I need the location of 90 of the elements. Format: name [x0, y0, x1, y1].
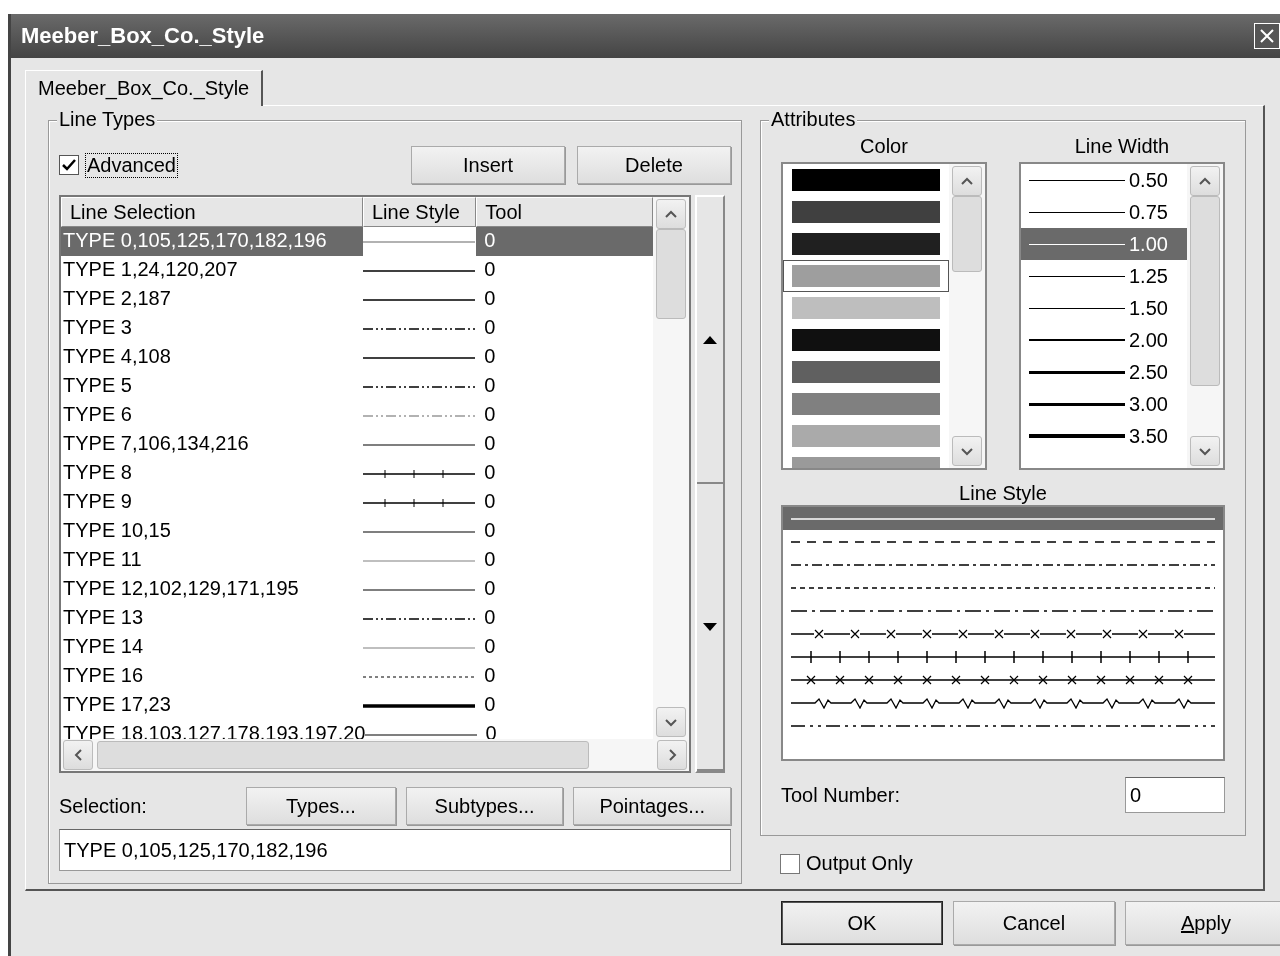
checkbox[interactable]	[780, 853, 800, 874]
table-cell[interactable]: 0	[476, 662, 654, 691]
table-cell[interactable]: 0	[476, 372, 654, 401]
chevron-down-icon	[665, 717, 678, 727]
scroll-up-button[interactable]	[656, 199, 687, 229]
table-cell[interactable]: 0	[476, 401, 654, 430]
line-width-item[interactable]: 1.00	[1021, 228, 1187, 260]
scroll-thumb[interactable]	[97, 741, 589, 769]
delete-button[interactable]: Delete	[577, 146, 731, 184]
checkbox[interactable]	[59, 155, 79, 175]
scroll-thumb[interactable]	[952, 196, 982, 272]
table-cell[interactable]: TYPE 8	[61, 459, 364, 488]
scroll-down-button[interactable]	[1190, 436, 1220, 466]
scroll-right-button[interactable]	[657, 740, 687, 770]
close-icon	[1259, 28, 1275, 44]
window-title: Meeber_Box_Co._Style	[21, 23, 265, 49]
vertical-scrollbar[interactable]	[653, 197, 689, 739]
chevron-left-icon	[73, 749, 83, 761]
table-cell[interactable]: 0	[476, 285, 654, 314]
chevron-down-icon	[961, 446, 973, 456]
table-cell[interactable]: TYPE 2,187	[61, 285, 364, 314]
close-button[interactable]	[1254, 23, 1280, 49]
scroll-up-button[interactable]	[1190, 166, 1220, 196]
field-label: Selection:	[59, 794, 148, 818]
table-cell[interactable]: TYPE 13	[61, 604, 364, 633]
selection-field[interactable]: TYPE 0,105,125,170,182,196	[59, 829, 731, 871]
table-cell[interactable]: TYPE 7,106,134,216	[61, 430, 364, 459]
chevron-up-icon	[961, 176, 973, 186]
table-cell[interactable]: TYPE 10,15	[61, 517, 364, 546]
tool-number-field[interactable]: 0	[1125, 777, 1225, 813]
field-label: Tool Number:	[781, 783, 900, 807]
dialog-button[interactable]: OK	[781, 901, 943, 945]
scroll-up-button[interactable]	[952, 166, 982, 196]
pointages-button[interactable]: Pointages...	[573, 787, 731, 825]
group-title: Line Types	[57, 108, 158, 131]
table-cell[interactable]: 0	[476, 488, 654, 517]
table-cell[interactable]: 0	[476, 691, 654, 720]
table-cell[interactable]: TYPE 4,108	[61, 343, 364, 372]
tab[interactable]: Meeber_Box_Co._Style	[25, 70, 264, 106]
table-cell[interactable]: TYPE 16	[61, 662, 364, 691]
list-label: Line Width	[1074, 135, 1170, 158]
table-cell[interactable]: TYPE 9	[61, 488, 364, 517]
table-cell[interactable]: 0	[476, 430, 654, 459]
table-cell[interactable]: 0	[476, 459, 654, 488]
chevron-down-icon	[1199, 446, 1211, 456]
types-button[interactable]: Types...	[246, 787, 396, 825]
scroll-thumb[interactable]	[656, 229, 687, 319]
column-header[interactable]: Line Selection	[61, 197, 363, 227]
table-cell[interactable]: TYPE 14	[61, 633, 364, 662]
horizontal-scrollbar[interactable]	[61, 739, 689, 771]
table-cell[interactable]: 0	[476, 633, 654, 662]
triangle-down-icon	[703, 622, 717, 631]
checkbox-label: Advanced	[85, 152, 178, 178]
subtypes-button[interactable]: Subtypes...	[405, 787, 564, 825]
checkbox-label: Output Only	[806, 852, 913, 875]
scroll-down-button[interactable]	[656, 707, 687, 737]
scroll-thumb[interactable]	[1190, 196, 1220, 386]
checkmark-icon	[62, 159, 76, 171]
table-cell[interactable]: 0	[476, 517, 654, 546]
dialog-button[interactable]: Apply	[1125, 901, 1280, 945]
scroll-down-button[interactable]	[952, 436, 982, 466]
table-cell[interactable]: TYPE 11	[61, 546, 364, 575]
scroll-left-button[interactable]	[63, 740, 93, 770]
table-cell[interactable]: 0	[476, 314, 654, 343]
triangle-up-icon	[703, 335, 717, 344]
list-label: Line Style	[959, 482, 1047, 505]
column-header[interactable]: Line Style	[363, 197, 477, 227]
table-cell[interactable]: TYPE 0,105,125,170,182,196	[61, 227, 364, 256]
table-cell[interactable]: TYPE 12,102,129,171,195	[61, 575, 364, 604]
chevron-up-icon	[1199, 176, 1211, 186]
table-cell[interactable]: 0	[476, 604, 654, 633]
table-cell[interactable]: 0	[476, 343, 654, 372]
table-cell[interactable]: 0	[476, 575, 654, 604]
chevron-right-icon	[667, 749, 677, 761]
insert-button[interactable]: Insert	[411, 146, 565, 184]
table-cell[interactable]: TYPE 17,23	[61, 691, 364, 720]
vertical-scrollbar[interactable]	[949, 164, 985, 468]
dialog-button[interactable]: Cancel	[953, 901, 1115, 945]
table-cell[interactable]: TYPE 5	[61, 372, 364, 401]
table-cell[interactable]: 0	[476, 256, 654, 285]
color-item[interactable]	[783, 260, 949, 292]
table-cell[interactable]: TYPE 3	[61, 314, 364, 343]
table-cell[interactable]: TYPE 1,24,120,207	[61, 256, 364, 285]
column-header[interactable]: Tool	[476, 197, 654, 227]
list-label: Color	[860, 135, 908, 158]
table-cell[interactable]: TYPE 6	[61, 401, 364, 430]
table-cell[interactable]: 0	[476, 227, 654, 256]
vertical-scrollbar[interactable]	[1187, 164, 1223, 468]
table-cell[interactable]: 0	[476, 546, 654, 575]
chevron-up-icon	[665, 209, 678, 219]
